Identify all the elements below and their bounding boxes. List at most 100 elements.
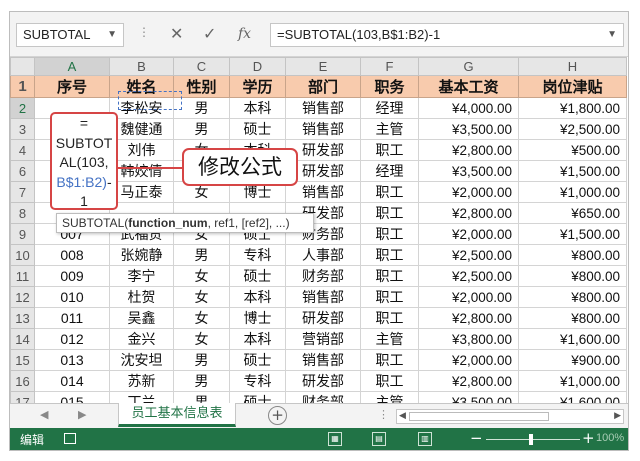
- scroll-right-icon[interactable]: ▶: [78, 408, 86, 421]
- cell[interactable]: ¥2,000.00: [418, 349, 519, 371]
- cell[interactable]: 职工: [360, 244, 419, 266]
- normal-view-icon[interactable]: ▦: [328, 432, 342, 446]
- cell[interactable]: ¥2,000.00: [418, 181, 519, 203]
- cell[interactable]: ¥3,500.00: [418, 118, 519, 140]
- cell[interactable]: 人事部: [285, 244, 361, 266]
- cell[interactable]: ¥2,000.00: [418, 286, 519, 308]
- cell[interactable]: 销售部: [285, 286, 361, 308]
- zoom-out-icon[interactable]: −: [470, 429, 483, 447]
- column-header-f[interactable]: F: [360, 57, 419, 76]
- cell[interactable]: 博士: [229, 307, 286, 329]
- cell[interactable]: 专科: [229, 244, 286, 266]
- cell[interactable]: 013: [34, 349, 110, 371]
- cell[interactable]: 硕士: [229, 265, 286, 287]
- zoom-in-icon[interactable]: +: [582, 429, 595, 447]
- cell[interactable]: ¥4,000.00: [418, 97, 519, 119]
- horizontal-scrollbar[interactable]: ◀ ▶: [396, 409, 624, 424]
- column-header-c[interactable]: C: [173, 57, 230, 76]
- column-header-e[interactable]: E: [285, 57, 361, 76]
- cell[interactable]: 职工: [360, 370, 419, 392]
- cell[interactable]: ¥900.00: [518, 349, 627, 371]
- macro-record-icon[interactable]: [64, 433, 76, 444]
- cell[interactable]: ¥2,000.00: [418, 223, 519, 245]
- cell[interactable]: 男: [173, 370, 230, 392]
- cell[interactable]: 职工: [360, 202, 419, 224]
- row-header[interactable]: 16: [10, 370, 35, 392]
- cell[interactable]: 杜贺: [109, 286, 174, 308]
- cell[interactable]: ¥800.00: [518, 265, 627, 287]
- cell[interactable]: 研发部: [285, 370, 361, 392]
- cell[interactable]: 吴鑫: [109, 307, 174, 329]
- active-cell-edit[interactable]: = SUBTOT AL(103, B$1:B2)- 1: [50, 112, 118, 210]
- row-header[interactable]: 10: [10, 244, 35, 266]
- row-header[interactable]: 1: [10, 75, 35, 98]
- add-sheet-icon[interactable]: +: [268, 406, 287, 425]
- cell[interactable]: 研发部: [285, 307, 361, 329]
- row-header[interactable]: 17: [10, 391, 35, 403]
- cell[interactable]: 职工: [360, 181, 419, 203]
- cell[interactable]: 职工: [360, 139, 419, 161]
- chevron-down-icon[interactable]: ▼: [107, 24, 117, 46]
- row-header[interactable]: 13: [10, 307, 35, 329]
- cell[interactable]: ¥2,800.00: [418, 139, 519, 161]
- column-header-d[interactable]: D: [229, 57, 286, 76]
- function-tooltip[interactable]: SUBTOTAL(function_num, ref1, [ref2], ...…: [56, 213, 314, 233]
- row-header[interactable]: 6: [10, 160, 35, 182]
- cell[interactable]: 职工: [360, 223, 419, 245]
- cell[interactable]: 男: [173, 244, 230, 266]
- chevron-down-icon[interactable]: ▼: [607, 24, 617, 46]
- cell[interactable]: 主管: [360, 328, 419, 350]
- row-header[interactable]: 14: [10, 328, 35, 350]
- cell[interactable]: 经理: [360, 97, 419, 119]
- cell[interactable]: 010: [34, 286, 110, 308]
- cell[interactable]: 015: [34, 391, 110, 403]
- cell[interactable]: ¥2,800.00: [418, 202, 519, 224]
- cell[interactable]: 014: [34, 370, 110, 392]
- insert-function-icon[interactable]: fx: [238, 26, 251, 42]
- column-title[interactable]: 学历: [229, 75, 286, 98]
- row-header[interactable]: 8: [10, 202, 35, 224]
- zoom-level[interactable]: 100%: [596, 432, 624, 444]
- cell[interactable]: 009: [34, 265, 110, 287]
- cell[interactable]: 硕士: [229, 118, 286, 140]
- cell[interactable]: 008: [34, 244, 110, 266]
- cell[interactable]: ¥3,500.00: [418, 160, 519, 182]
- cell[interactable]: 销售部: [285, 118, 361, 140]
- cell[interactable]: 专科: [229, 370, 286, 392]
- zoom-slider-thumb[interactable]: [529, 434, 533, 445]
- cell[interactable]: ¥2,800.00: [418, 370, 519, 392]
- row-header[interactable]: 4: [10, 139, 35, 161]
- cell[interactable]: ¥2,500.00: [418, 244, 519, 266]
- cell[interactable]: ¥800.00: [518, 244, 627, 266]
- cell[interactable]: 金兴: [109, 328, 174, 350]
- cell[interactable]: 财务部: [285, 265, 361, 287]
- row-header[interactable]: 3: [10, 118, 35, 140]
- page-layout-icon[interactable]: ▤: [372, 432, 386, 446]
- cell[interactable]: 营销部: [285, 328, 361, 350]
- formula-input[interactable]: =SUBTOTAL(103,B$1:B2)-1 ▼: [270, 23, 624, 47]
- cell[interactable]: ¥1,600.00: [518, 328, 627, 350]
- cell[interactable]: 沈安坦: [109, 349, 174, 371]
- cell[interactable]: 职工: [360, 265, 419, 287]
- cell[interactable]: 职工: [360, 349, 419, 371]
- scroll-right-icon[interactable]: ▶: [614, 410, 621, 423]
- scrollbar-thumb[interactable]: [409, 412, 549, 421]
- column-header-g[interactable]: G: [418, 57, 519, 76]
- cell[interactable]: 经理: [360, 160, 419, 182]
- cell[interactable]: 本科: [229, 328, 286, 350]
- cell[interactable]: 男: [173, 118, 230, 140]
- column-title[interactable]: 部门: [285, 75, 361, 98]
- row-header[interactable]: 7: [10, 181, 35, 203]
- select-all-corner[interactable]: [10, 57, 35, 76]
- cell[interactable]: 销售部: [285, 97, 361, 119]
- cell[interactable]: ¥1,500.00: [518, 160, 627, 182]
- cell[interactable]: 职工: [360, 307, 419, 329]
- sheet-tab[interactable]: 员工基本信息表: [118, 403, 236, 427]
- cell[interactable]: 李宁: [109, 265, 174, 287]
- cell[interactable]: 女: [173, 286, 230, 308]
- cell[interactable]: 销售部: [285, 349, 361, 371]
- cell[interactable]: ¥500.00: [518, 139, 627, 161]
- row-header[interactable]: 15: [10, 349, 35, 371]
- cell[interactable]: ¥800.00: [518, 307, 627, 329]
- cell[interactable]: 硕士: [229, 349, 286, 371]
